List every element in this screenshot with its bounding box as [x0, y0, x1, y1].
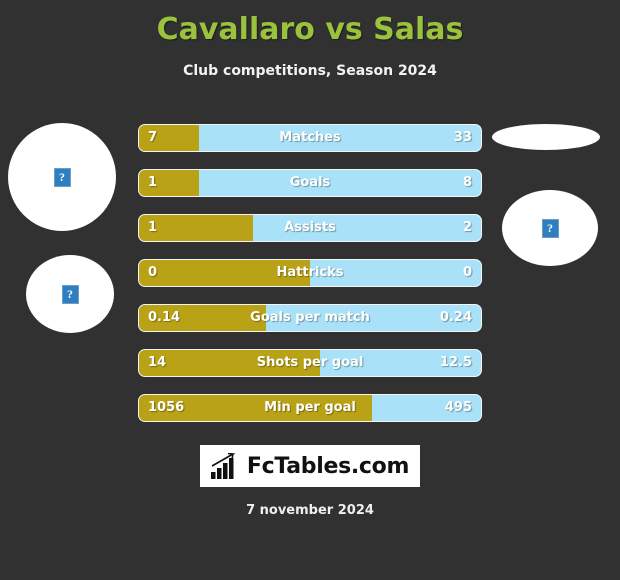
- stat-bar-row: 1 Goals 8: [138, 169, 482, 197]
- fctables-logo[interactable]: FcTables.com: [200, 445, 420, 487]
- stat-label: Hattricks: [276, 265, 344, 280]
- stat-bar-row: 1 Assists 2: [138, 214, 482, 242]
- away-value: 2: [462, 220, 472, 235]
- stat-label: Goals: [289, 175, 331, 190]
- stat-label: Goals per match: [250, 310, 370, 325]
- away-value: 0: [462, 265, 472, 280]
- away-value: 8: [462, 175, 472, 190]
- broken-image-icon: ?: [61, 284, 79, 304]
- comparison-infographic: Cavallaro vs Salas Club competitions, Se…: [0, 0, 620, 580]
- page-subtitle: Club competitions, Season 2024: [183, 63, 437, 79]
- stat-label: Assists: [284, 220, 336, 235]
- broken-image-icon: ?: [53, 167, 71, 187]
- stat-label: Matches: [279, 130, 341, 145]
- bar-chart-icon: [210, 453, 236, 479]
- home-player-photo: ?: [8, 123, 116, 231]
- away-value: 495: [444, 400, 472, 415]
- fctables-logo-text: FcTables.com: [246, 453, 410, 479]
- away-player-photo: ?: [502, 190, 598, 266]
- stat-label: Min per goal: [264, 400, 356, 415]
- away-value: 33: [453, 130, 472, 145]
- stat-bar-list: 7 Matches 33 1 Goals 8 1 Assists 2 0 Hattricks 0 0.1…: [138, 124, 482, 439]
- stat-bar-row: 1056 Min per goal 495: [138, 394, 482, 422]
- stat-bar-row: 14 Shots per goal 12.5: [138, 349, 482, 377]
- stat-bar-row: 0.14 Goals per match 0.24: [138, 304, 482, 332]
- home-club-logo: ?: [26, 255, 114, 333]
- stat-label: Shots per goal: [256, 355, 364, 370]
- generated-date: 7 november 2024: [246, 503, 374, 518]
- stat-bar-row: 7 Matches 33: [138, 124, 482, 152]
- away-club-logo: ?: [492, 124, 600, 150]
- broken-image-icon: ?: [541, 218, 559, 238]
- away-value: 0.24: [439, 310, 472, 325]
- stat-bar-row: 0 Hattricks 0: [138, 259, 482, 287]
- away-value: 12.5: [439, 355, 472, 370]
- page-title: Cavallaro vs Salas: [156, 12, 464, 47]
